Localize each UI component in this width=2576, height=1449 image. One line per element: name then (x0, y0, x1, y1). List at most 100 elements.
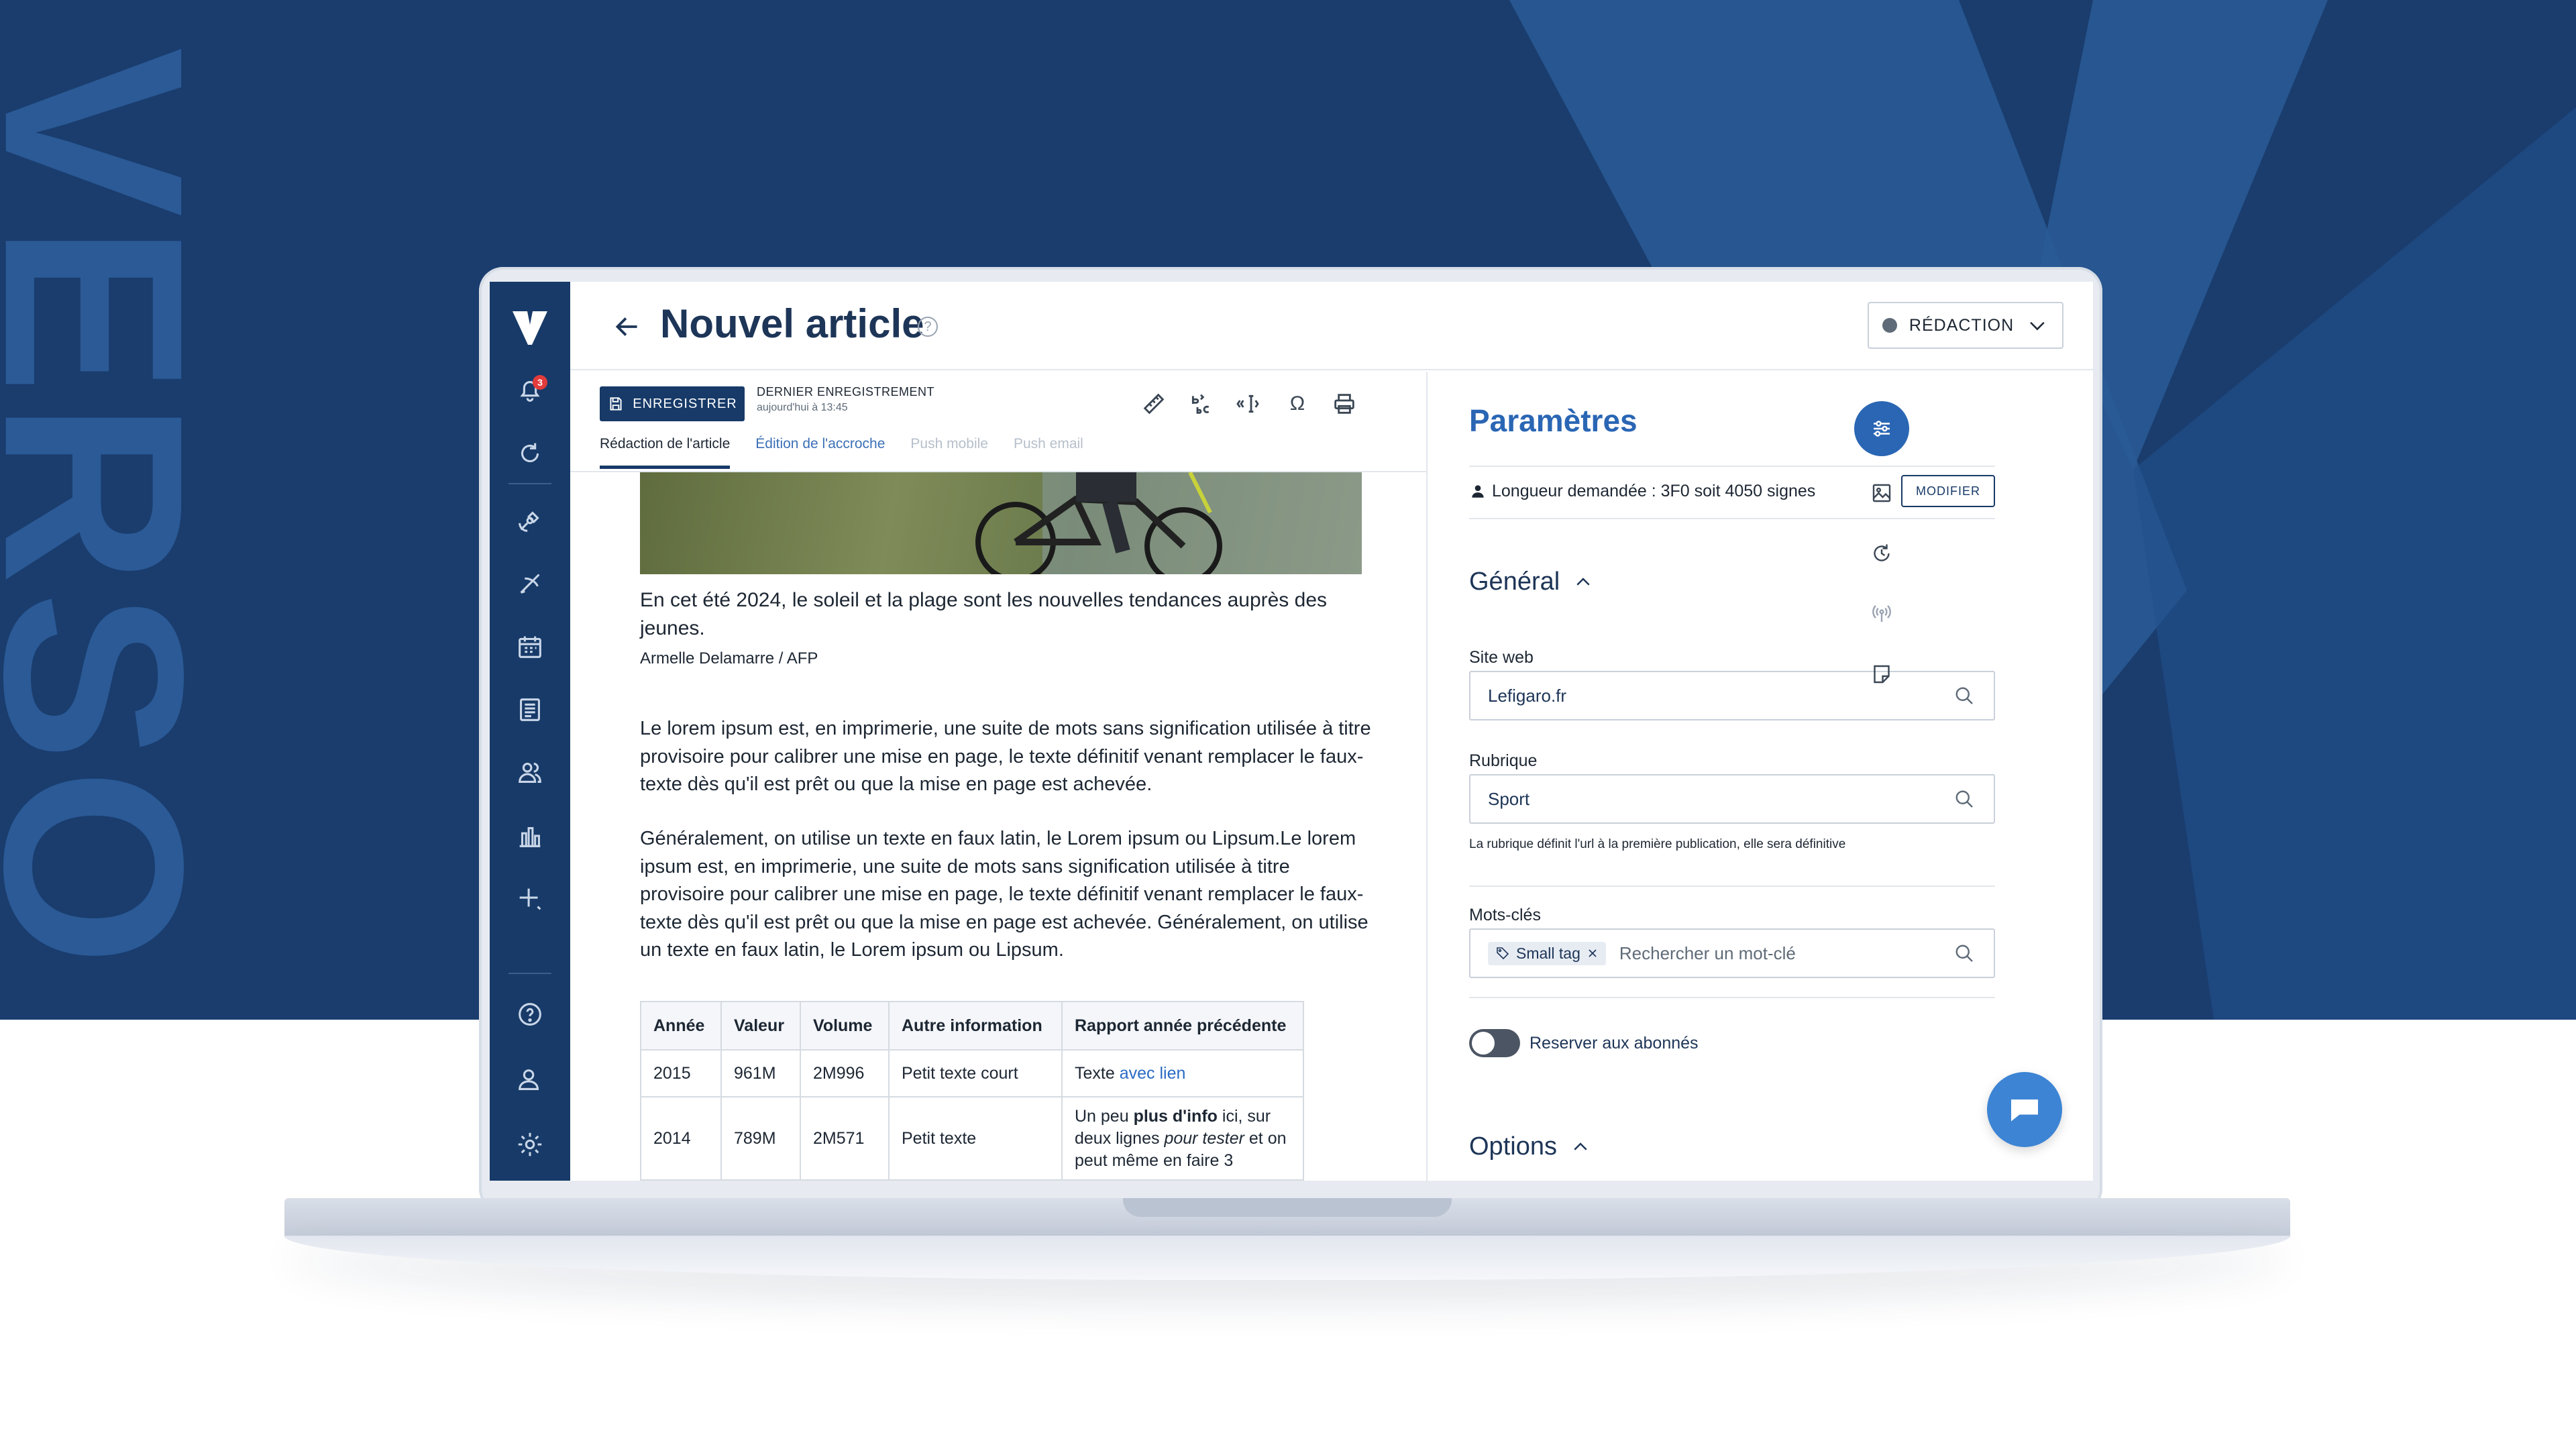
floppy-icon (610, 397, 622, 411)
user-icon[interactable] (510, 1060, 550, 1100)
satellite-icon[interactable] (510, 500, 550, 541)
sidebar: 3 (490, 282, 570, 1181)
cell-info: Petit texte court (888, 1049, 1063, 1097)
column-header: Volume (800, 1001, 890, 1051)
column-header: Année (640, 1001, 722, 1051)
parameters-panel: Paramètres Longueur demandée : 3F0 soit … (1429, 372, 2093, 1181)
article-photo[interactable] (640, 472, 1362, 574)
cell-info: Petit texte (888, 1096, 1063, 1181)
last-save-title: DERNIER ENREGISTREMENT (757, 385, 935, 398)
cell-empty (720, 1179, 801, 1181)
section-options-title: Options (1469, 1132, 1557, 1161)
search-icon (1955, 790, 1973, 808)
cyclist-photo-graphic (975, 472, 1362, 574)
sidebar-divider (508, 973, 551, 974)
omega-icon[interactable]: Ω (1281, 388, 1313, 420)
chevron-up-icon (1576, 577, 1590, 586)
paragraph: Le lorem ipsum est, en imprimerie, une s… (640, 718, 1371, 795)
last-save-time: aujourd'hui à 13:45 (757, 402, 848, 413)
title-help-icon[interactable]: ? (918, 317, 938, 337)
chat-button[interactable] (1987, 1072, 2062, 1147)
keyword-tag[interactable]: Small tag (1488, 941, 1606, 965)
verso-logo[interactable] (510, 307, 550, 347)
page-title: Nouvel article (660, 301, 924, 346)
chat-icon (2011, 1099, 2038, 1122)
photo-caption: En cet été 2024, le soleil et la plage s… (640, 589, 1328, 639)
tab-push-email[interactable]: Push email (1014, 436, 1083, 469)
laptop-notch (1123, 1198, 1452, 1217)
editor-toolbar: ENREGISTRER DERNIER ENREGISTREMENT aujou… (570, 372, 1426, 472)
refresh-icon[interactable] (510, 433, 550, 474)
cell-report: Texte avec lien (1061, 1049, 1304, 1097)
chevron-up-icon (1574, 1142, 1587, 1150)
subscribers-label: Reserver aux abonnés (1529, 1033, 1699, 1053)
cell-volume: 2M996 (800, 1049, 890, 1097)
sidebar-divider (508, 483, 551, 484)
bell-icon[interactable]: 3 (510, 370, 550, 411)
subscribers-toggle[interactable] (1469, 1029, 1520, 1057)
save-button[interactable]: ENREGISTRER (600, 386, 745, 421)
article-body[interactable]: En cet été 2024, le soleil et la plage s… (570, 472, 1426, 1181)
section-options-toggle[interactable]: Options (1469, 1132, 1591, 1161)
paragraph: Généralement, on utilise un texte en fau… (640, 828, 1368, 961)
laptop-bottom (284, 1236, 2290, 1280)
back-arrow-icon[interactable] (610, 310, 644, 343)
close-icon[interactable] (1586, 947, 1599, 960)
chevron-down-icon (2030, 321, 2045, 331)
person-icon (1472, 485, 1484, 498)
broadcast-icon[interactable] (1860, 592, 1904, 636)
length-text: Longueur demandée : 3F0 soit 4050 signes (1492, 481, 1816, 500)
cell-empty (640, 1179, 722, 1181)
tag-icon (1497, 947, 1509, 960)
search-icon (1955, 687, 1973, 704)
note-icon[interactable] (1860, 652, 1904, 696)
feather-icon[interactable] (510, 564, 550, 604)
last-save-info: DERNIER ENREGISTREMENT aujourd'hui à 13:… (757, 385, 934, 414)
app-screen: 3 Nouvel article ? RÉDACTION ENREGISTRER… (490, 282, 2093, 1181)
column-header: Valeur (720, 1001, 801, 1051)
section-general-toggle[interactable]: Général (1469, 568, 1593, 596)
bar-chart-icon[interactable] (510, 816, 550, 856)
spellcheck-icon[interactable] (1185, 388, 1217, 420)
cell-empty (1061, 1179, 1304, 1181)
table-header-row: Année Valeur Volume Autre information Ra… (640, 1001, 1304, 1051)
tab-article[interactable]: Rédaction de l'article (600, 436, 731, 469)
plus-icon[interactable] (510, 879, 550, 919)
article-editor: ENREGISTRER DERNIER ENREGISTREMENT aujou… (570, 372, 1428, 1181)
cell-empty (800, 1179, 890, 1181)
cell-value: 789M (720, 1096, 801, 1181)
tab-push-mobile[interactable]: Push mobile (910, 436, 988, 469)
ruler-icon[interactable] (1138, 388, 1170, 420)
table-row: 2015 961M 2M996 Petit texte court Texte … (640, 1049, 1304, 1097)
print-icon[interactable] (1328, 388, 1360, 420)
gear-icon[interactable] (510, 1124, 550, 1165)
search-icon (1955, 945, 1973, 962)
data-table[interactable]: Année Valeur Volume Autre information Ra… (640, 1001, 1304, 1181)
column-header: Rapport année précédente (1061, 1001, 1304, 1051)
cell-report: Un peu plus d'info ici, sur deux lignes … (1061, 1096, 1304, 1181)
table-link[interactable]: avec lien (1120, 1064, 1186, 1083)
save-label: ENREGISTRER (633, 396, 737, 411)
table-row (640, 1179, 1304, 1181)
calendar-icon[interactable] (510, 627, 550, 667)
panel-title: Paramètres (1469, 403, 1638, 438)
history-icon[interactable] (1860, 531, 1904, 576)
image-icon[interactable] (1860, 471, 1904, 515)
newspaper-icon[interactable] (510, 690, 550, 730)
cell-report-italic: pour tester (1164, 1128, 1244, 1148)
photo-credit: Armelle Delamarre / AFP (640, 649, 818, 667)
panel-rail (1845, 282, 1919, 1091)
brand-wordmark: VERSO (0, 46, 237, 973)
table-row: 2014 789M 2M571 Petit texte Un peu plus … (640, 1096, 1304, 1181)
keyword-tag-label: Small tag (1516, 944, 1580, 962)
cell-year: 2014 (640, 1096, 722, 1181)
users-icon[interactable] (510, 753, 550, 793)
quote-cursor-icon[interactable] (1232, 388, 1264, 420)
help-icon[interactable] (510, 994, 550, 1034)
notification-badge: 3 (533, 375, 547, 390)
sliders-icon[interactable] (1854, 401, 1909, 456)
section-general-title: Général (1469, 568, 1560, 596)
cell-value: 961M (720, 1049, 801, 1097)
tab-accroche[interactable]: Édition de l'accroche (755, 436, 885, 469)
cell-year: 2015 (640, 1049, 722, 1097)
